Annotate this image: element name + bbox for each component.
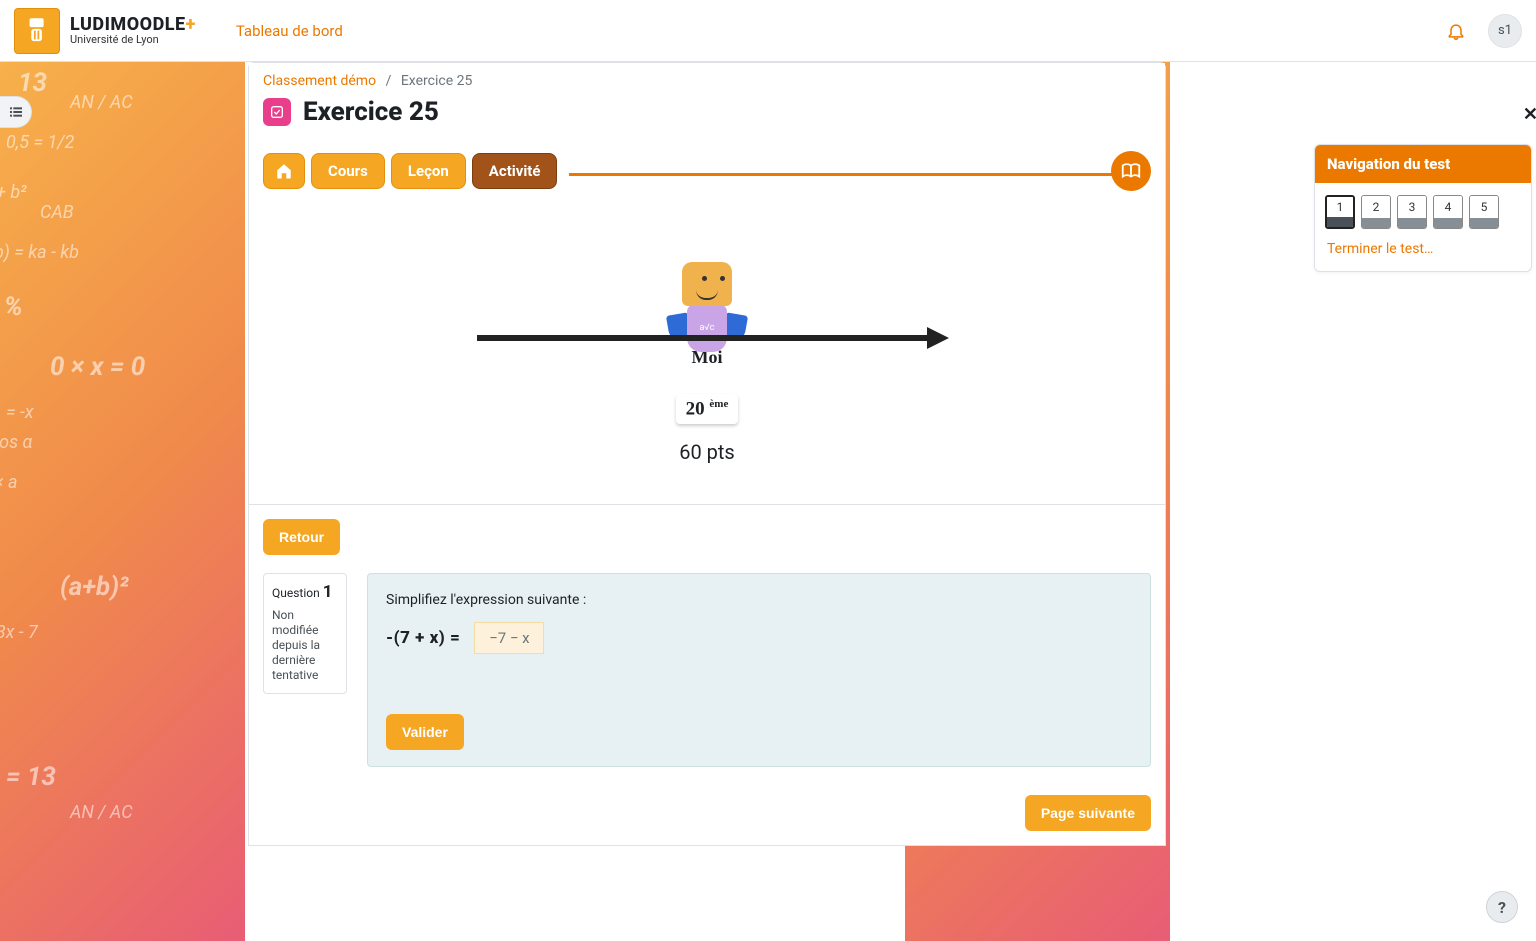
rank-suffix: ème [709,398,728,410]
validate-button[interactable]: Valider [386,714,464,750]
question-number: 1 [323,582,333,602]
rank-number: 20 [686,398,705,419]
brand-subtitle: Université de Lyon [70,34,196,46]
back-button[interactable]: Retour [263,519,340,555]
test-navigation-panel: ✕ Navigation du test 1 2 3 4 5 Terminer … [1310,62,1536,272]
left-drawer-toggle[interactable] [0,96,32,128]
arrow-right-icon [927,327,949,349]
number-line [477,335,937,341]
brand-name-suffix: DLE [153,15,186,35]
brand-logo[interactable] [14,8,60,54]
test-nav-title: Navigation du test [1315,145,1531,183]
breadcrumb-parent-link[interactable]: Classement démo [263,73,376,89]
main-content: Classement démo / Exercice 25 Exercice 2… [248,62,1166,846]
rank-badge: 20 ème [676,394,739,424]
points-label: 60 pts [679,440,735,464]
top-navbar: LUDIMOODLE+ Université de Lyon Tableau d… [0,0,1536,62]
test-nav-q1[interactable]: 1 [1325,195,1355,229]
question-box: Simplifiez l'expression suivante : -(7 +… [367,573,1151,767]
player-avatar: a√c [672,262,742,362]
help-button[interactable]: ? [1486,891,1518,923]
notifications-button[interactable] [1440,15,1472,47]
list-icon [8,104,24,120]
question-state: Non modifiée depuis la dernière tentativ… [272,608,338,683]
bc-lecon-button[interactable]: Leçon [391,153,466,189]
brand-text: LUDIMOODLE+ Université de Lyon [70,15,196,47]
progress-stage: a√c Moi 20 ème 60 pts [249,205,1165,504]
test-nav-q5[interactable]: 5 [1469,195,1499,229]
nav-dashboard-link[interactable]: Tableau de bord [236,22,343,40]
next-page-button[interactable]: Page suivante [1025,795,1151,831]
answer-input[interactable] [474,622,544,654]
user-avatar[interactable]: s1 [1488,14,1522,48]
book-icon [1120,160,1142,182]
brand-name-prefix: LUDIM [70,15,127,35]
finish-test-link[interactable]: Terminer le test… [1315,237,1531,271]
question-prompt: Simplifiez l'expression suivante : [386,592,1132,608]
test-nav-q2[interactable]: 2 [1361,195,1391,229]
breadcrumb: Classement démo / Exercice 25 [249,63,1165,97]
close-panel-button[interactable]: ✕ [1523,104,1536,125]
background-math-left: 13 AN / AC 0,5 = 1/2 + b² CAB b) = ka - … [0,62,245,941]
breadcrumb-current: Exercice 25 [401,73,473,89]
test-nav-q4[interactable]: 4 [1433,195,1463,229]
bc-home-button[interactable] [263,153,305,189]
page-title: Exercice 25 [303,97,439,127]
brand-plus: + [186,15,196,35]
quiz-icon [263,98,291,126]
book-button[interactable] [1111,151,1151,191]
bell-icon [1446,21,1466,41]
test-nav-q3[interactable]: 3 [1397,195,1427,229]
question-label: Question [272,586,320,600]
bc-activite-button[interactable]: Activité [472,153,558,189]
question-info-box: Question 1 Non modifiée depuis la derniè… [263,573,347,694]
test-nav-grid: 1 2 3 4 5 [1315,183,1531,237]
bc-cours-button[interactable]: Cours [311,153,385,189]
brand-name-mid: OO [127,15,153,35]
home-icon [275,162,293,180]
question-expression: -(7 + x) = [386,628,460,648]
breadcrumb-sep: / [386,73,392,89]
